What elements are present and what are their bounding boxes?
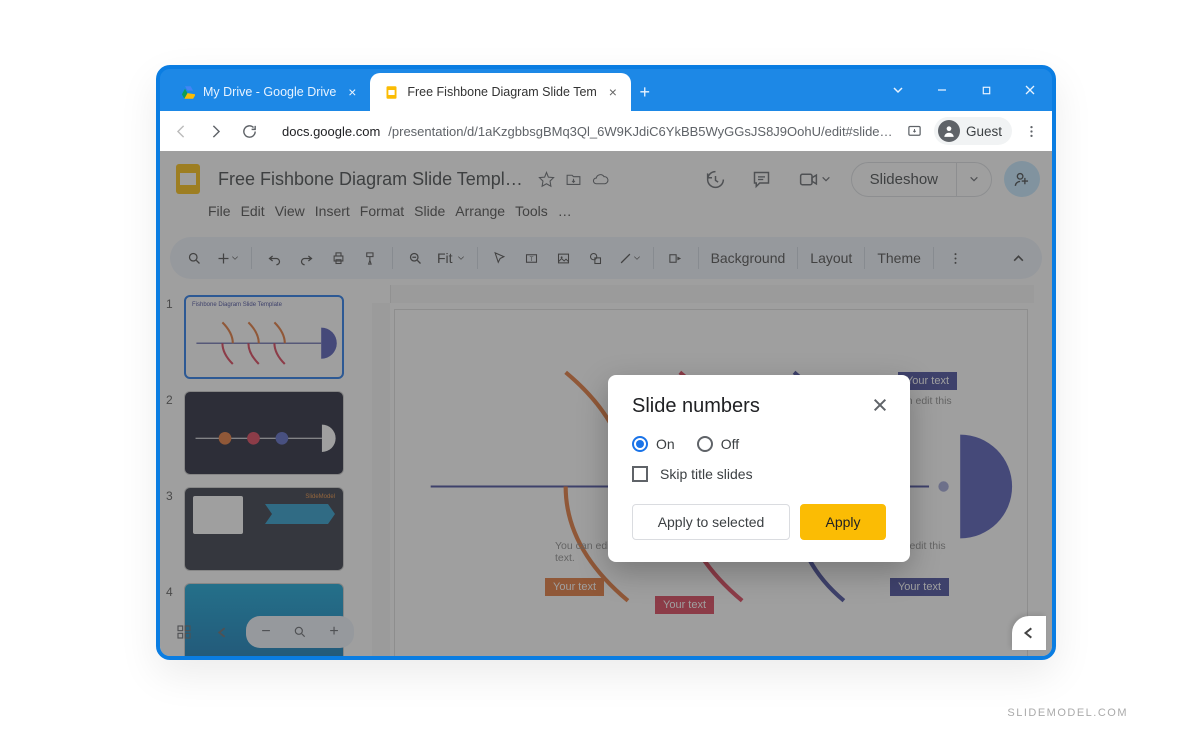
maximize-button[interactable]: [964, 69, 1008, 111]
minimize-button[interactable]: [920, 69, 964, 111]
avatar-icon: [938, 120, 960, 142]
url-path: /presentation/d/1aKzgbbsgBMq3Ql_6W9KJdiC…: [388, 124, 892, 139]
slide-numbers-dialog: Slide numbers On Off Skip title slides A…: [608, 375, 910, 562]
close-window-button[interactable]: [1008, 69, 1052, 111]
browser-titlebar: My Drive - Google Drive × Free Fishbone …: [160, 69, 1052, 111]
explore-button[interactable]: [1012, 616, 1046, 650]
apply-to-selected-button[interactable]: Apply to selected: [632, 504, 790, 540]
address-bar: docs.google.com/presentation/d/1aKzgbbsg…: [160, 111, 1052, 151]
dialog-close-button[interactable]: [868, 393, 892, 417]
profile-guest[interactable]: Guest: [934, 117, 1012, 145]
chevron-down-icon[interactable]: [876, 69, 920, 111]
reload-button[interactable]: [234, 116, 264, 146]
new-tab-button[interactable]: +: [631, 73, 659, 111]
close-tab-icon[interactable]: ×: [344, 84, 360, 100]
tab-slides[interactable]: Free Fishbone Diagram Slide Tem ×: [370, 73, 630, 111]
dialog-title: Slide numbers: [632, 395, 886, 418]
modal-backdrop[interactable]: [160, 151, 1052, 656]
browser-menu-button[interactable]: [1016, 116, 1046, 146]
slides-app: Free Fishbone Diagram Slide Template… Sl…: [160, 151, 1052, 656]
radio-off[interactable]: Off: [697, 436, 739, 452]
apply-button[interactable]: Apply: [800, 504, 886, 540]
tab-slides-title: Free Fishbone Diagram Slide Tem: [407, 85, 596, 99]
browser-window: My Drive - Google Drive × Free Fishbone …: [156, 65, 1056, 660]
window-controls: [876, 69, 1052, 111]
close-tab-icon[interactable]: ×: [605, 84, 621, 100]
guest-label: Guest: [966, 124, 1002, 139]
url-host: docs.google.com: [282, 124, 380, 139]
watermark: SLIDEMODEL.COM: [1007, 707, 1128, 719]
install-app-icon[interactable]: [900, 116, 930, 146]
tab-drive-title: My Drive - Google Drive: [203, 85, 336, 99]
radio-on[interactable]: On: [632, 436, 675, 452]
drive-icon: [180, 85, 195, 100]
skip-title-checkbox[interactable]: Skip title slides: [632, 466, 886, 482]
slides-file-icon: [384, 85, 399, 100]
url-bar[interactable]: docs.google.com/presentation/d/1aKzgbbsg…: [268, 124, 896, 139]
forward-button[interactable]: [200, 116, 230, 146]
tab-drive[interactable]: My Drive - Google Drive ×: [166, 73, 370, 111]
back-button[interactable]: [166, 116, 196, 146]
